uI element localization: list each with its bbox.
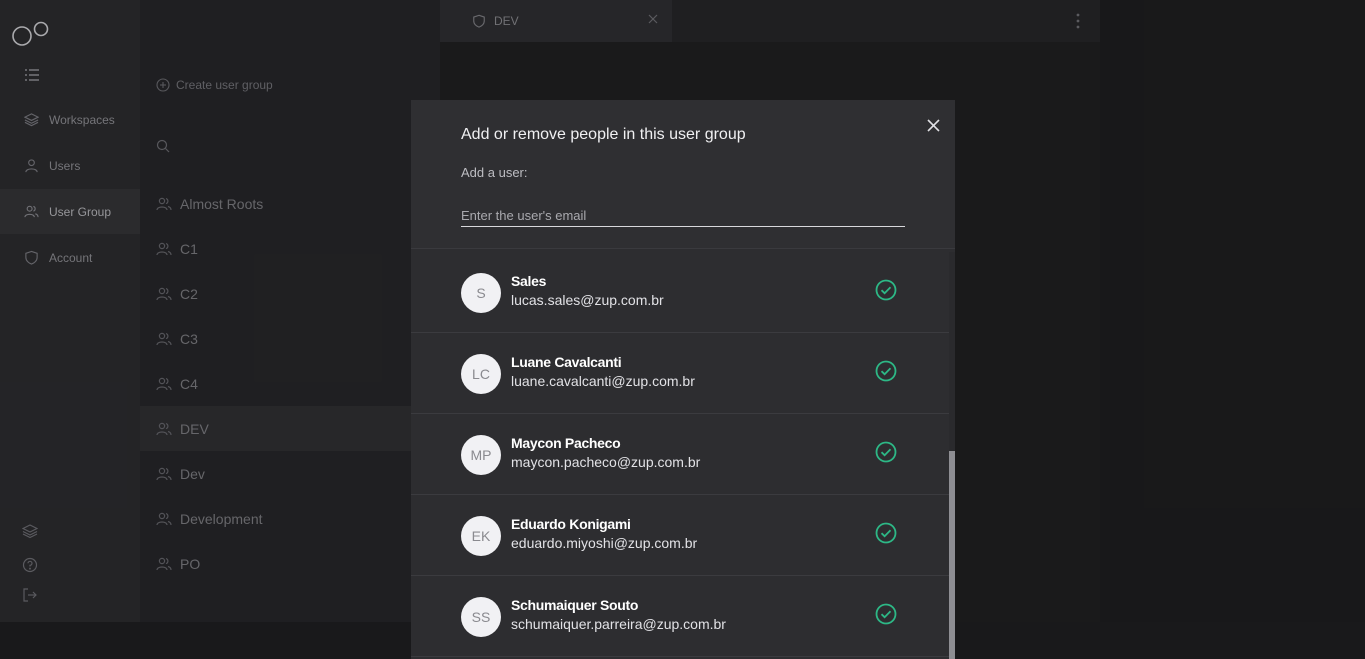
app-root: Workspaces Users User Group Account Crea… — [0, 0, 1365, 659]
check-circle-icon[interactable] — [875, 360, 897, 382]
scrollbar[interactable] — [949, 252, 955, 659]
check-circle-icon[interactable] — [875, 522, 897, 544]
user-name: Eduardo Konigami — [511, 516, 631, 532]
list-item: SS Schumaiquer Souto schumaiquer.parreir… — [411, 576, 949, 657]
check-circle-icon[interactable] — [875, 279, 897, 301]
user-email-input[interactable] — [461, 204, 905, 227]
add-user-label: Add a user: — [461, 165, 528, 180]
avatar: S — [461, 273, 501, 313]
user-email: schumaiquer.parreira@zup.com.br — [511, 616, 726, 632]
modal-header: Add or remove people in this user group … — [411, 100, 955, 249]
user-name: Schumaiquer Souto — [511, 597, 639, 613]
avatar: LC — [461, 354, 501, 394]
close-icon[interactable] — [927, 119, 940, 132]
avatar: EK — [461, 516, 501, 556]
avatar: SS — [461, 597, 501, 637]
list-item: EK Eduardo Konigami eduardo.miyoshi@zup.… — [411, 495, 949, 576]
list-item: LC Luane Cavalcanti luane.cavalcanti@zup… — [411, 333, 949, 414]
user-name: Maycon Pacheco — [511, 435, 621, 451]
user-name: Luane Cavalcanti — [511, 354, 622, 370]
user-email: luane.cavalcanti@zup.com.br — [511, 373, 695, 389]
user-group-members-modal: Add or remove people in this user group … — [411, 100, 955, 659]
list-item: MP Maycon Pacheco maycon.pacheco@zup.com… — [411, 414, 949, 495]
user-email: lucas.sales@zup.com.br — [511, 292, 664, 308]
user-email: eduardo.miyoshi@zup.com.br — [511, 535, 698, 551]
member-list: S Sales lucas.sales@zup.com.br LC Luane … — [411, 252, 949, 659]
user-email: maycon.pacheco@zup.com.br — [511, 454, 701, 470]
avatar: MP — [461, 435, 501, 475]
list-item: S Sales lucas.sales@zup.com.br — [411, 252, 949, 333]
modal-title: Add or remove people in this user group — [461, 126, 746, 143]
check-circle-icon[interactable] — [875, 603, 897, 625]
check-circle-icon[interactable] — [875, 441, 897, 463]
scrollbar-thumb[interactable] — [949, 451, 955, 659]
user-name: Sales — [511, 273, 547, 289]
